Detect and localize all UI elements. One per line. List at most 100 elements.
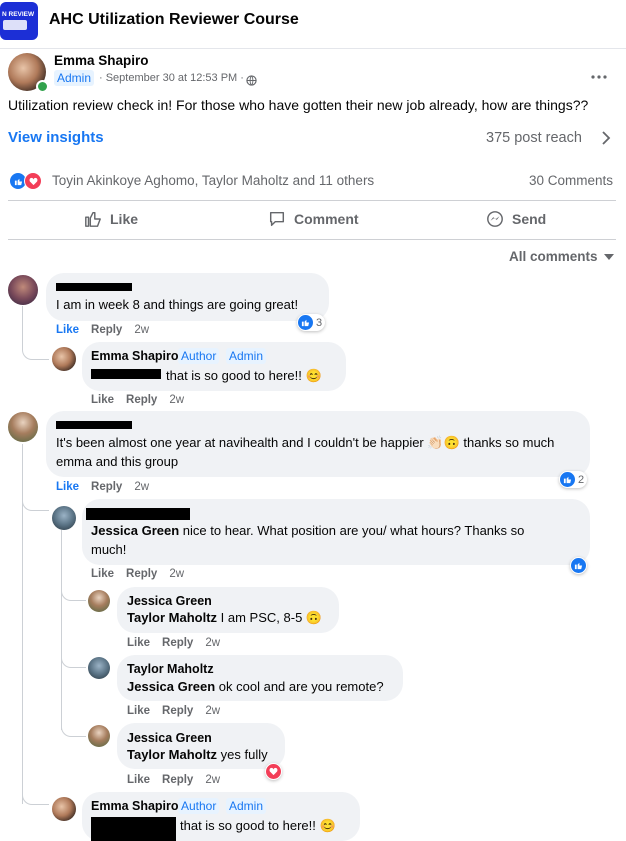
comment-reaction-count[interactable] (265, 763, 282, 780)
view-insights-link[interactable]: View insights (8, 129, 104, 146)
reply-avatar[interactable] (52, 797, 76, 821)
reply-like-button[interactable]: Like (127, 637, 150, 649)
send-action-button[interactable]: Send (486, 210, 546, 228)
thread-line (61, 578, 86, 601)
reply-mention[interactable]: Taylor Maholtz (127, 610, 217, 625)
reply-actions: Like Reply 2w (91, 394, 196, 406)
reactors-text[interactable]: Toyin Akinkoye Aghomo, Taylor Maholtz an… (52, 173, 374, 188)
reply-like-button[interactable]: Like (127, 774, 150, 786)
reply-avatar[interactable] (52, 347, 76, 371)
comment-timestamp[interactable]: 2w (134, 324, 149, 336)
reply-mention[interactable]: Taylor Maholtz (127, 747, 217, 762)
comment-like-button[interactable]: Like (56, 324, 79, 336)
post-admin-badge[interactable]: Admin (54, 70, 95, 86)
reply-reply-button[interactable]: Reply (162, 637, 193, 649)
reaction-summary-icons[interactable] (9, 172, 45, 190)
admin-badge[interactable]: Admin (226, 798, 267, 814)
post-reach[interactable]: 375 post reach (486, 130, 582, 146)
reply-avatar[interactable] (88, 657, 110, 679)
author-badge[interactable]: Author (178, 348, 220, 364)
comment-timestamp[interactable]: 2w (134, 481, 149, 493)
reply-reply-button[interactable]: Reply (162, 705, 193, 717)
comment-action-button[interactable]: Comment (268, 210, 359, 228)
thread-line (61, 714, 86, 737)
reply-reply-button[interactable]: Reply (162, 774, 193, 786)
reply-author-name[interactable]: Emma Shapiro (91, 349, 179, 363)
send-action-label: Send (512, 211, 547, 227)
reply-author-name[interactable]: Taylor Maholtz (127, 662, 214, 676)
reply-actions: Like Reply 2w (127, 637, 232, 649)
commenter-avatar[interactable] (8, 275, 38, 305)
caret-down-icon (603, 253, 614, 260)
reply-text: Taylor Maholtz yes fully (127, 747, 268, 762)
group-thumbnail-text: N REVIEW (2, 11, 35, 18)
post-text: Utilization review check in! For those w… (8, 97, 589, 113)
group-thumbnail[interactable]: N REVIEW (0, 2, 38, 40)
group-title[interactable]: AHC Utilization Reviewer Course (49, 11, 299, 29)
reply-reply-button[interactable]: Reply (126, 394, 157, 406)
globe-icon (246, 73, 257, 91)
like-reaction-icon (560, 472, 575, 487)
love-reaction-icon (266, 764, 281, 779)
comment-reaction-count[interactable]: 3 (297, 314, 326, 331)
thread-line (22, 490, 49, 511)
reply-timestamp[interactable]: 2w (169, 568, 184, 580)
author-badge[interactable]: Author (178, 798, 220, 814)
love-reaction-icon (24, 172, 42, 190)
reply-avatar[interactable] (88, 590, 110, 612)
comment-action-label: Comment (294, 211, 359, 227)
reply-text: Jessica Green ok cool and are you remote… (127, 679, 384, 694)
post-author-name[interactable]: Emma Shapiro (54, 53, 149, 68)
comments-count[interactable]: 30 Comments (529, 173, 613, 188)
redacted-commenter-name (86, 508, 190, 520)
reply-text: Jessica Green nice to hear. What positio… (91, 523, 525, 557)
comment-text: It's been almost one year at navihealth … (56, 435, 555, 469)
redacted-commenter-name (56, 283, 132, 291)
comment-actions: Like Reply 2w (56, 481, 161, 493)
post-meta[interactable]: · September 30 at 12:53 PM · (99, 72, 244, 84)
comment-text: I am in week 8 and things are going grea… (56, 297, 299, 312)
comment-sort-label: All comments (509, 249, 598, 264)
comment-like-button[interactable]: Like (56, 481, 79, 493)
thread-line (22, 790, 49, 805)
messenger-icon (486, 210, 504, 228)
redacted-mention (91, 817, 176, 841)
thread-line (22, 306, 49, 360)
reply-mention[interactable]: Jessica Green (91, 523, 179, 538)
reply-author-name[interactable]: Jessica Green (127, 731, 212, 745)
chevron-right-icon[interactable] (601, 130, 611, 151)
comment-actions: Like Reply 2w (56, 324, 161, 336)
more-options-icon[interactable] (591, 66, 607, 84)
comment-icon (268, 210, 286, 228)
header-divider (0, 48, 626, 49)
actions-divider-top (8, 200, 616, 201)
reply-author-name[interactable]: Emma Shapiro (91, 799, 179, 813)
comment-reaction-count[interactable]: 2 (559, 471, 588, 488)
comment-reply-button[interactable]: Reply (91, 324, 122, 336)
reply-like-button[interactable]: Like (91, 394, 114, 406)
reply-actions: Like Reply 2w (127, 705, 232, 717)
reply-author-name[interactable]: Jessica Green (127, 594, 212, 608)
reply-mention[interactable]: Jessica Green (127, 679, 215, 694)
comment-reply-button[interactable]: Reply (91, 481, 122, 493)
reply-timestamp[interactable]: 2w (169, 394, 184, 406)
like-reaction-icon (571, 558, 586, 573)
reply-timestamp[interactable]: 2w (205, 637, 220, 649)
comment-sort-dropdown[interactable]: All comments (509, 249, 614, 264)
thread-line (61, 645, 86, 668)
reply-avatar[interactable] (88, 725, 110, 747)
like-action-button[interactable]: Like (84, 210, 138, 228)
reply-like-button[interactable]: Like (127, 705, 150, 717)
reply-timestamp[interactable]: 2w (205, 705, 220, 717)
comment-reaction-count[interactable] (570, 557, 587, 574)
reply-timestamp[interactable]: 2w (205, 774, 220, 786)
actions-divider-bottom (8, 239, 616, 240)
thumbs-up-icon (84, 210, 102, 228)
reply-text: that is so good to here!! 😊 (166, 368, 322, 383)
commenter-avatar[interactable] (8, 412, 38, 442)
reply-avatar[interactable] (52, 506, 76, 530)
reply-reply-button[interactable]: Reply (126, 568, 157, 580)
admin-badge[interactable]: Admin (226, 348, 267, 364)
reply-like-button[interactable]: Like (91, 568, 114, 580)
reply-text: that is so good to here!! 😊 (180, 818, 336, 833)
